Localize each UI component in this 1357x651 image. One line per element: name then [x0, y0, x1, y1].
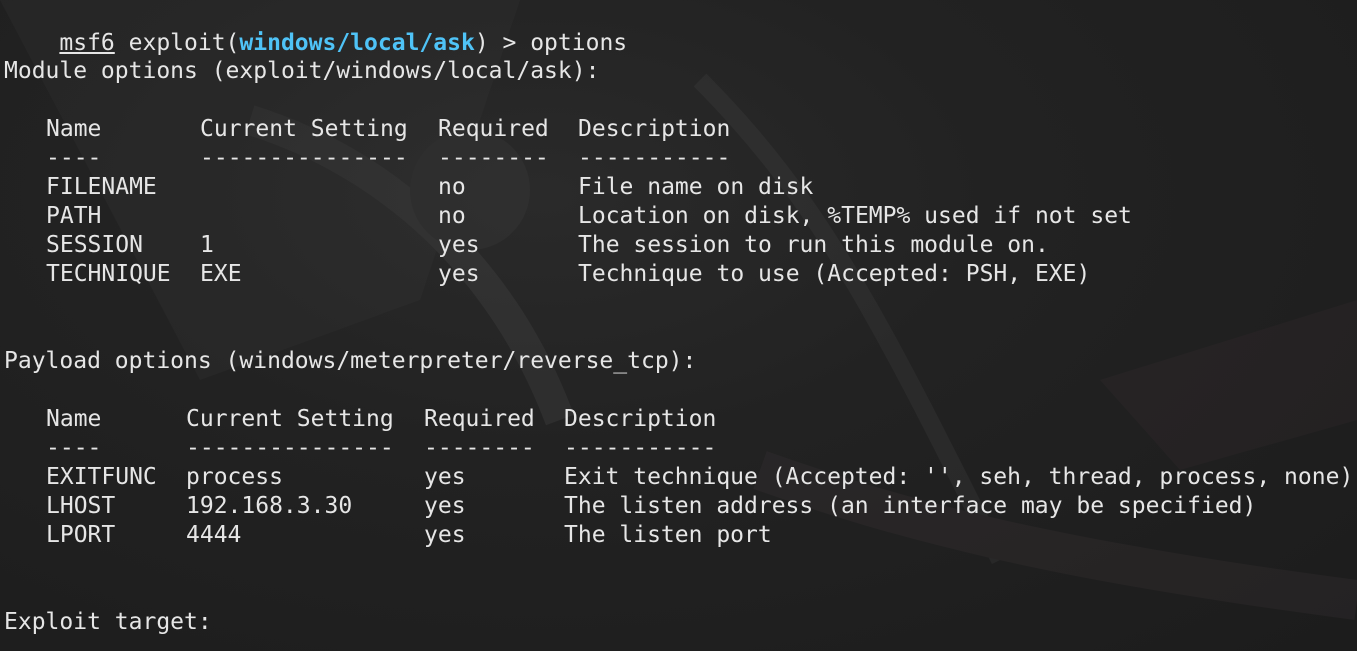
table-row: PATH no Location on disk, %TEMP% used if… — [4, 202, 1132, 231]
col-description-header: Description — [564, 406, 717, 432]
col-name-header: Name — [46, 406, 102, 432]
prompt-command: options — [530, 30, 628, 56]
option-current-setting: 1 — [200, 232, 214, 258]
option-name: LPORT — [46, 522, 116, 548]
exploit-target-heading: Exploit target: — [4, 609, 212, 635]
option-required: no — [438, 174, 466, 200]
terminal-window[interactable]: msf6 exploit(windows/local/ask) > option… — [0, 0, 1357, 651]
col-current-setting-divider: --------------- — [200, 145, 408, 171]
module-options-header-row: Name Current Setting Required Descriptio… — [4, 115, 730, 144]
table-row: LHOST 192.168.3.30 yes The listen addres… — [4, 492, 1256, 521]
col-required-divider: -------- — [424, 435, 535, 461]
option-current-setting: EXE — [200, 261, 242, 287]
option-current-setting: 4444 — [186, 522, 242, 548]
option-name: SESSION — [46, 232, 143, 258]
payload-options-heading: Payload options (windows/meterpreter/rev… — [4, 348, 697, 374]
col-required-header: Required — [438, 116, 549, 142]
prompt-module-name: windows/local/ask — [239, 30, 475, 56]
prompt-exploit-prefix: exploit( — [114, 30, 240, 56]
option-required: yes — [424, 464, 466, 490]
col-required-header: Required — [424, 406, 535, 432]
prompt-suffix: ) > — [474, 30, 531, 56]
option-description: The session to run this module on. — [578, 232, 1049, 258]
option-description: Technique to use (Accepted: PSH, EXE) — [578, 261, 1091, 287]
option-name: PATH — [46, 203, 102, 229]
option-description: Exit technique (Accepted: '', seh, threa… — [564, 464, 1354, 490]
option-required: yes — [438, 232, 480, 258]
col-current-setting-header: Current Setting — [200, 116, 408, 142]
option-required: yes — [438, 261, 480, 287]
prompt-line: msf6 exploit(windows/local/ask) > option… — [4, 0, 627, 56]
module-options-divider-row: ---- --------------- -------- ----------… — [4, 144, 730, 173]
col-name-divider: ---- — [46, 145, 102, 171]
col-name-header: Name — [46, 116, 102, 142]
col-name-divider: ---- — [46, 435, 102, 461]
table-row: TECHNIQUE EXE yes Technique to use (Acce… — [4, 260, 1090, 289]
option-required: yes — [424, 522, 466, 548]
col-description-divider: ----------- — [578, 145, 731, 171]
col-current-setting-header: Current Setting — [186, 406, 394, 432]
table-row: SESSION 1 yes The session to run this mo… — [4, 231, 1049, 260]
option-current-setting: process — [186, 464, 283, 490]
table-row: LPORT 4444 yes The listen port — [4, 521, 772, 550]
option-description: The listen address (an interface may be … — [564, 493, 1257, 519]
col-required-divider: -------- — [438, 145, 549, 171]
payload-options-header-row: Name Current Setting Required Descriptio… — [4, 405, 716, 434]
background-wallpaper — [0, 0, 1357, 620]
table-row: EXITFUNC process yes Exit technique (Acc… — [4, 463, 1353, 492]
payload-options-divider-row: ---- --------------- -------- ----------… — [4, 434, 716, 463]
option-name: EXITFUNC — [46, 464, 157, 490]
option-description: File name on disk — [578, 174, 814, 200]
col-current-setting-divider: --------------- — [186, 435, 394, 461]
option-name: FILENAME — [46, 174, 157, 200]
option-description: Location on disk, %TEMP% used if not set — [578, 203, 1132, 229]
option-name: TECHNIQUE — [46, 261, 171, 287]
prompt-msf: msf6 — [59, 30, 115, 56]
option-current-setting: 192.168.3.30 — [186, 493, 353, 519]
table-row: FILENAME no File name on disk — [4, 173, 813, 202]
option-description: The listen port — [564, 522, 772, 548]
col-description-divider: ----------- — [564, 435, 717, 461]
option-required: no — [438, 203, 466, 229]
module-options-heading: Module options (exploit/windows/local/as… — [4, 58, 600, 84]
col-description-header: Description — [578, 116, 731, 142]
option-required: yes — [424, 493, 466, 519]
option-name: LHOST — [46, 493, 116, 519]
